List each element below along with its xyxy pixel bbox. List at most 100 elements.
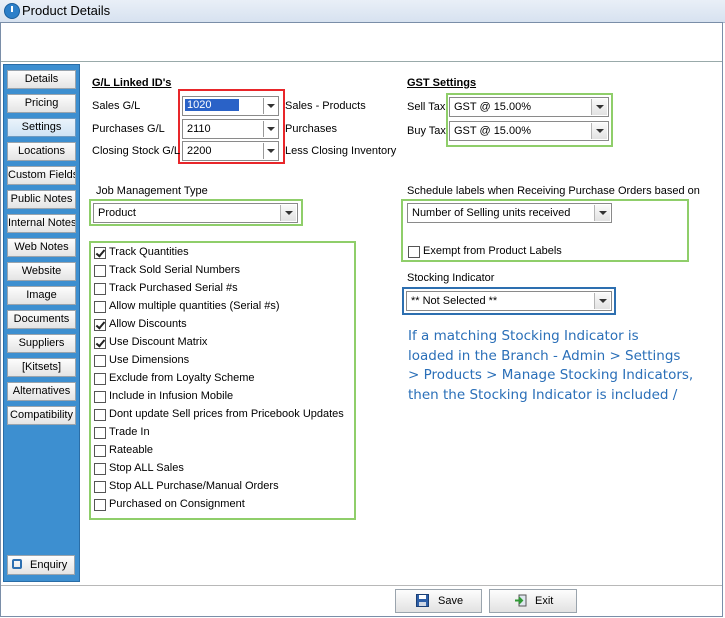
- purchases-gl-description: Purchases: [285, 123, 337, 135]
- stop-all-purchase-manual-orders-checkbox[interactable]: [94, 481, 106, 493]
- buy-tax-value: GST @ 15.00%: [454, 125, 531, 137]
- track-quantities-label: Track Quantities: [109, 246, 189, 258]
- stocking-indicator-value: ** Not Selected **: [411, 295, 498, 307]
- rateable-checkbox[interactable]: [94, 445, 106, 457]
- stop-all-sales-checkbox[interactable]: [94, 463, 106, 475]
- buy-tax-select[interactable]: GST @ 15.00%: [449, 121, 609, 141]
- annotation-line: If a matching Stocking Indicator is: [408, 328, 639, 344]
- schedule-labels-label: Schedule labels when Receiving Purchase …: [407, 185, 700, 197]
- chevron-down-icon[interactable]: [591, 123, 607, 139]
- exempt-product-labels-label: Exempt from Product Labels: [423, 245, 562, 257]
- exit-button-label: Exit: [535, 595, 554, 607]
- sidebar-item-alternatives[interactable]: Alternatives: [7, 382, 76, 401]
- purchases-gl-value: 2110: [187, 123, 211, 135]
- chevron-down-icon[interactable]: [263, 143, 277, 159]
- closing-stock-gl-description: Less Closing Inventory: [285, 145, 397, 157]
- stocking-indicator-select[interactable]: ** Not Selected **: [406, 291, 612, 311]
- enquiry-button-label: Enquiry: [30, 559, 68, 571]
- exempt-product-labels-checkbox[interactable]: [408, 246, 420, 258]
- include-in-infusion-mobile-checkbox[interactable]: [94, 391, 106, 403]
- window-title: Product Details: [22, 3, 111, 18]
- chevron-down-icon[interactable]: [591, 99, 607, 115]
- track-purchased-serial-s-label: Track Purchased Serial #s: [109, 282, 238, 294]
- buy-tax-label: Buy Tax: [407, 125, 446, 137]
- include-in-infusion-mobile-label: Include in Infusion Mobile: [109, 390, 234, 402]
- chevron-down-icon[interactable]: [263, 98, 277, 114]
- use-dimensions-checkbox[interactable]: [94, 355, 106, 367]
- dont-update-sell-prices-from-pricebook-updates-label: Dont update Sell prices from Pricebook U…: [109, 408, 344, 420]
- sidebar-item-web-notes[interactable]: Web Notes: [7, 238, 76, 257]
- sidebar-item-suppliers[interactable]: Suppliers: [7, 334, 76, 353]
- sales-gl-label: Sales G/L: [92, 100, 141, 112]
- gl-header: G/L Linked ID's: [92, 77, 172, 89]
- allow-multiple-quantities-serial-s-checkbox[interactable]: [94, 301, 106, 313]
- annotation-line: loaded in the Branch - Admin > Settings: [408, 347, 681, 364]
- gst-header: GST Settings: [407, 77, 477, 89]
- stocking-indicator-label: Stocking Indicator: [407, 272, 495, 284]
- rateable-label: Rateable: [109, 444, 154, 456]
- schedule-labels-select[interactable]: Number of Selling units received: [407, 203, 612, 223]
- exit-button[interactable]: Exit: [489, 589, 577, 613]
- use-discount-matrix-checkbox[interactable]: [94, 337, 106, 349]
- track-sold-serial-numbers-label: Track Sold Serial Numbers: [109, 264, 241, 276]
- chevron-down-icon[interactable]: [594, 205, 610, 221]
- app-power-icon: [4, 3, 20, 19]
- use-dimensions-label: Use Dimensions: [109, 354, 190, 366]
- annotation-note: If a matching Stocking Indicator is load…: [408, 327, 708, 405]
- dont-update-sell-prices-from-pricebook-updates-checkbox[interactable]: [94, 409, 106, 421]
- track-sold-serial-numbers-checkbox[interactable]: [94, 265, 106, 277]
- floppy-disk-icon: [416, 594, 429, 607]
- purchased-on-consignment-checkbox[interactable]: [94, 499, 106, 511]
- sales-gl-description: Sales - Products: [285, 100, 366, 112]
- chevron-down-icon[interactable]: [280, 205, 296, 221]
- stop-all-purchase-manual-orders-label: Stop ALL Purchase/Manual Orders: [109, 480, 279, 492]
- save-button-label: Save: [438, 595, 464, 607]
- closing-stock-gl-label: Closing Stock G/L: [92, 145, 181, 157]
- sidebar-item-locations[interactable]: Locations: [7, 142, 76, 161]
- trade-in-label: Trade In: [109, 426, 150, 438]
- sidebar-item-public-notes[interactable]: Public Notes: [7, 190, 76, 209]
- trade-in-checkbox[interactable]: [94, 427, 106, 439]
- exclude-from-loyalty-scheme-label: Exclude from Loyalty Scheme: [109, 372, 255, 384]
- search-icon: [12, 559, 22, 569]
- save-button[interactable]: Save: [395, 589, 482, 613]
- annotation-line: > Products > Manage Stocking Indicators,: [408, 367, 694, 383]
- use-discount-matrix-label: Use Discount Matrix: [109, 336, 208, 348]
- sell-tax-select[interactable]: GST @ 15.00%: [449, 97, 609, 117]
- sidebar-item-custom-fields[interactable]: Custom Fields: [7, 166, 76, 185]
- job-management-value: Product: [98, 207, 136, 219]
- job-management-select[interactable]: Product: [93, 203, 298, 223]
- annotation-line: then the Stocking Indicator is included …: [408, 386, 678, 403]
- sidebar-item-details[interactable]: Details: [7, 70, 76, 89]
- sidebar-item-pricing[interactable]: Pricing: [7, 94, 76, 113]
- purchases-gl-label: Purchases G/L: [92, 123, 165, 135]
- allow-discounts-label: Allow Discounts: [109, 318, 187, 330]
- track-purchased-serial-s-checkbox[interactable]: [94, 283, 106, 295]
- purchased-on-consignment-label: Purchased on Consignment: [109, 498, 245, 510]
- footer-divider: [1, 585, 722, 586]
- track-quantities-checkbox[interactable]: [94, 247, 106, 259]
- sell-tax-value: GST @ 15.00%: [454, 101, 531, 113]
- sidebar-item-compatibility[interactable]: Compatibility: [7, 406, 76, 425]
- exit-door-icon: [515, 594, 527, 607]
- job-management-label: Job Management Type: [96, 185, 208, 197]
- sidebar-item-website[interactable]: Website: [7, 262, 76, 281]
- schedule-labels-value: Number of Selling units received: [412, 207, 571, 219]
- sidebar-item-internal-notes[interactable]: Internal Notes: [7, 214, 76, 233]
- chevron-down-icon[interactable]: [594, 293, 610, 309]
- closing-stock-gl-value: 2200: [187, 145, 212, 157]
- chevron-down-icon[interactable]: [263, 121, 277, 137]
- sidebar-item-kitsets[interactable]: [Kitsets]: [7, 358, 76, 377]
- enquiry-button[interactable]: Enquiry: [7, 555, 75, 575]
- closing-stock-gl-select[interactable]: 2200: [182, 141, 279, 161]
- sidebar-item-settings[interactable]: Settings: [7, 118, 76, 137]
- purchases-gl-select[interactable]: 2110: [182, 119, 279, 139]
- sales-gl-select[interactable]: 1020: [182, 96, 279, 116]
- sales-gl-value: 1020: [185, 99, 239, 111]
- allow-discounts-checkbox[interactable]: [94, 319, 106, 331]
- stop-all-sales-label: Stop ALL Sales: [109, 462, 184, 474]
- sidebar-item-image[interactable]: Image: [7, 286, 76, 305]
- sell-tax-label: Sell Tax: [407, 101, 446, 113]
- exclude-from-loyalty-scheme-checkbox[interactable]: [94, 373, 106, 385]
- sidebar-item-documents[interactable]: Documents: [7, 310, 76, 329]
